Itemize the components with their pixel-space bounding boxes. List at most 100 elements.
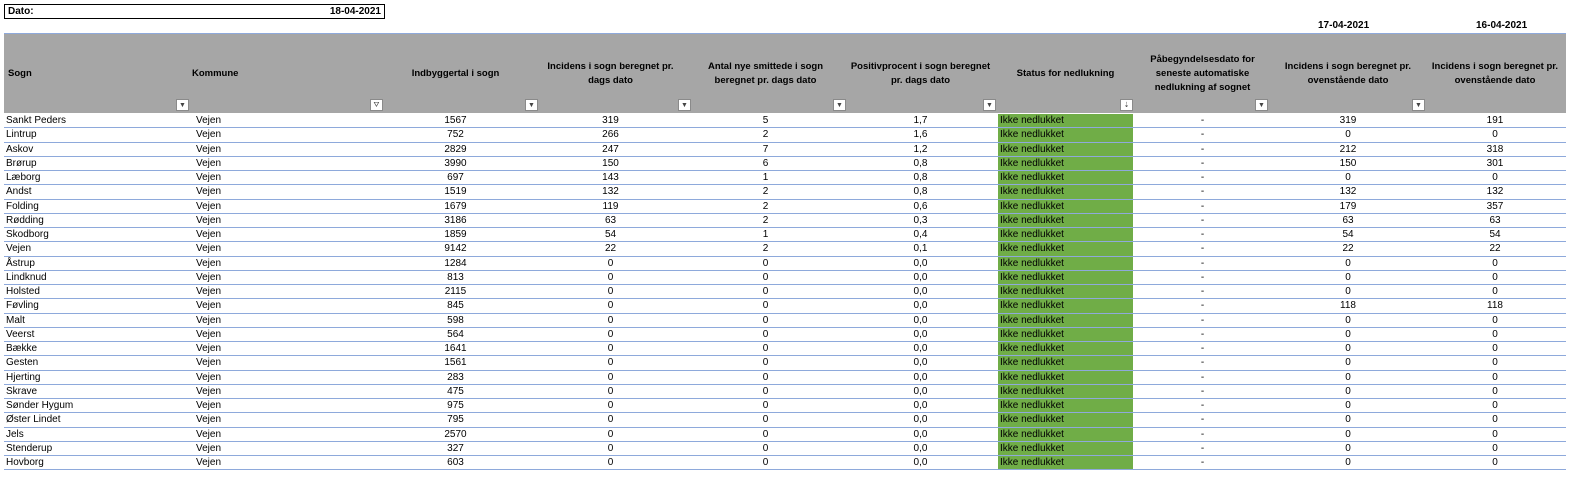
cell-antal-nye-smittede[interactable]: 0 xyxy=(688,271,843,284)
cell-indbyggertal[interactable]: 1641 xyxy=(378,342,533,355)
cell-sogn[interactable]: Jels xyxy=(4,428,188,441)
cell-positivprocent[interactable]: 0,0 xyxy=(843,299,998,312)
cell-positivprocent[interactable]: 0,0 xyxy=(843,385,998,398)
status-badge[interactable]: Ikke nedlukket xyxy=(998,114,1133,128)
cell-kommune[interactable]: Vejen xyxy=(188,356,378,369)
cell-sogn[interactable]: Føvling xyxy=(4,299,188,312)
cell-incidens-16-04[interactable]: 0 xyxy=(1424,285,1566,298)
cell-incidens-16-04[interactable]: 0 xyxy=(1424,385,1566,398)
cell-kommune[interactable]: Vejen xyxy=(188,371,378,384)
cell-incidens[interactable]: 0 xyxy=(533,399,688,412)
cell-paabegyndelsesdato[interactable]: - xyxy=(1133,157,1272,170)
cell-paabegyndelsesdato[interactable]: - xyxy=(1133,399,1272,412)
status-badge[interactable]: Ikke nedlukket xyxy=(998,399,1133,413)
cell-kommune[interactable]: Vejen xyxy=(188,128,378,141)
cell-indbyggertal[interactable]: 598 xyxy=(378,314,533,327)
cell-sogn[interactable]: Sankt Peders xyxy=(4,114,188,127)
sort-filter-filter-button[interactable]: ⇣ xyxy=(1120,99,1133,111)
dropdown-arrow-filter-button[interactable]: ▼ xyxy=(176,99,189,111)
cell-positivprocent[interactable]: 1,7 xyxy=(843,114,998,127)
cell-antal-nye-smittede[interactable]: 2 xyxy=(688,214,843,227)
cell-incidens-16-04[interactable]: 357 xyxy=(1424,200,1566,213)
cell-incidens-16-04[interactable]: 0 xyxy=(1424,271,1566,284)
status-badge[interactable]: Ikke nedlukket xyxy=(998,299,1133,313)
cell-incidens-17-04[interactable]: 0 xyxy=(1272,356,1424,369)
cell-antal-nye-smittede[interactable]: 0 xyxy=(688,428,843,441)
cell-sogn[interactable]: Veerst xyxy=(4,328,188,341)
cell-indbyggertal[interactable]: 845 xyxy=(378,299,533,312)
cell-incidens[interactable]: 0 xyxy=(533,385,688,398)
cell-incidens-16-04[interactable]: 0 xyxy=(1424,328,1566,341)
cell-incidens-17-04[interactable]: 0 xyxy=(1272,385,1424,398)
cell-incidens[interactable]: 0 xyxy=(533,342,688,355)
cell-positivprocent[interactable]: 0,1 xyxy=(843,242,998,255)
cell-sogn[interactable]: Bække xyxy=(4,342,188,355)
cell-incidens-17-04[interactable]: 0 xyxy=(1272,171,1424,184)
dropdown-arrow-filter-button[interactable]: ▼ xyxy=(525,99,538,111)
cell-incidens-17-04[interactable]: 0 xyxy=(1272,271,1424,284)
status-badge[interactable]: Ikke nedlukket xyxy=(998,413,1133,427)
cell-kommune[interactable]: Vejen xyxy=(188,442,378,455)
cell-positivprocent[interactable]: 0,0 xyxy=(843,257,998,270)
cell-paabegyndelsesdato[interactable]: - xyxy=(1133,314,1272,327)
cell-incidens-17-04[interactable]: 63 xyxy=(1272,214,1424,227)
cell-indbyggertal[interactable]: 1679 xyxy=(378,200,533,213)
cell-indbyggertal[interactable]: 9142 xyxy=(378,242,533,255)
cell-sogn[interactable]: Læborg xyxy=(4,171,188,184)
cell-incidens-17-04[interactable]: 0 xyxy=(1272,456,1424,469)
cell-incidens-17-04[interactable]: 319 xyxy=(1272,114,1424,127)
cell-sogn[interactable]: Andst xyxy=(4,185,188,198)
status-badge[interactable]: Ikke nedlukket xyxy=(998,185,1133,199)
cell-sogn[interactable]: Rødding xyxy=(4,214,188,227)
cell-positivprocent[interactable]: 0,8 xyxy=(843,171,998,184)
cell-paabegyndelsesdato[interactable]: - xyxy=(1133,143,1272,156)
cell-indbyggertal[interactable]: 283 xyxy=(378,371,533,384)
cell-incidens[interactable]: 0 xyxy=(533,371,688,384)
cell-paabegyndelsesdato[interactable]: - xyxy=(1133,214,1272,227)
cell-incidens[interactable]: 0 xyxy=(533,428,688,441)
cell-kommune[interactable]: Vejen xyxy=(188,428,378,441)
cell-incidens-17-04[interactable]: 0 xyxy=(1272,428,1424,441)
cell-indbyggertal[interactable]: 1561 xyxy=(378,356,533,369)
cell-kommune[interactable]: Vejen xyxy=(188,200,378,213)
cell-sogn[interactable]: Holsted xyxy=(4,285,188,298)
cell-sogn[interactable]: Øster Lindet xyxy=(4,413,188,426)
cell-incidens-16-04[interactable]: 0 xyxy=(1424,128,1566,141)
cell-indbyggertal[interactable]: 975 xyxy=(378,399,533,412)
status-badge[interactable]: Ikke nedlukket xyxy=(998,370,1133,384)
status-badge[interactable]: Ikke nedlukket xyxy=(998,256,1133,270)
cell-indbyggertal[interactable]: 752 xyxy=(378,128,533,141)
cell-antal-nye-smittede[interactable]: 2 xyxy=(688,185,843,198)
cell-incidens[interactable]: 0 xyxy=(533,257,688,270)
cell-positivprocent[interactable]: 0,0 xyxy=(843,413,998,426)
cell-antal-nye-smittede[interactable]: 2 xyxy=(688,128,843,141)
cell-incidens-16-04[interactable]: 0 xyxy=(1424,456,1566,469)
cell-antal-nye-smittede[interactable]: 0 xyxy=(688,299,843,312)
cell-antal-nye-smittede[interactable]: 0 xyxy=(688,371,843,384)
status-badge[interactable]: Ikke nedlukket xyxy=(998,213,1133,227)
cell-kommune[interactable]: Vejen xyxy=(188,228,378,241)
cell-incidens[interactable]: 0 xyxy=(533,328,688,341)
cell-antal-nye-smittede[interactable]: 7 xyxy=(688,143,843,156)
cell-kommune[interactable]: Vejen xyxy=(188,271,378,284)
cell-paabegyndelsesdato[interactable]: - xyxy=(1133,442,1272,455)
cell-indbyggertal[interactable]: 327 xyxy=(378,442,533,455)
dropdown-arrow-filter-button[interactable]: ▼ xyxy=(833,99,846,111)
cell-positivprocent[interactable]: 0,8 xyxy=(843,157,998,170)
cell-incidens[interactable]: 150 xyxy=(533,157,688,170)
cell-sogn[interactable]: Vejen xyxy=(4,242,188,255)
cell-kommune[interactable]: Vejen xyxy=(188,456,378,469)
cell-paabegyndelsesdato[interactable]: - xyxy=(1133,328,1272,341)
status-badge[interactable]: Ikke nedlukket xyxy=(998,356,1133,370)
cell-paabegyndelsesdato[interactable]: - xyxy=(1133,128,1272,141)
cell-antal-nye-smittede[interactable]: 6 xyxy=(688,157,843,170)
cell-sogn[interactable]: Lintrup xyxy=(4,128,188,141)
cell-paabegyndelsesdato[interactable]: - xyxy=(1133,200,1272,213)
cell-kommune[interactable]: Vejen xyxy=(188,114,378,127)
cell-incidens-16-04[interactable]: 0 xyxy=(1424,342,1566,355)
cell-paabegyndelsesdato[interactable]: - xyxy=(1133,285,1272,298)
cell-positivprocent[interactable]: 0,0 xyxy=(843,371,998,384)
cell-paabegyndelsesdato[interactable]: - xyxy=(1133,228,1272,241)
cell-kommune[interactable]: Vejen xyxy=(188,185,378,198)
cell-incidens-17-04[interactable]: 22 xyxy=(1272,242,1424,255)
